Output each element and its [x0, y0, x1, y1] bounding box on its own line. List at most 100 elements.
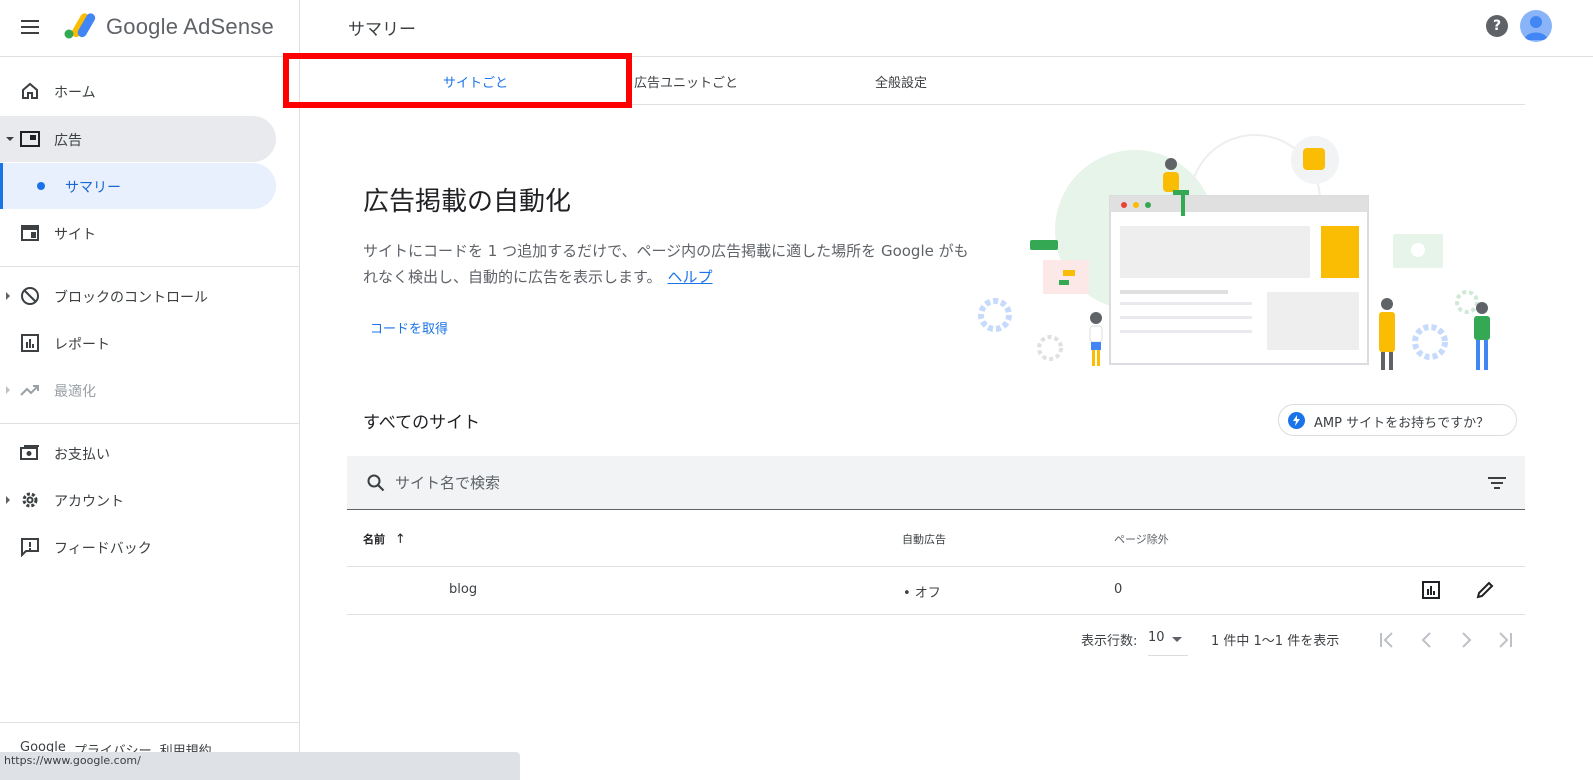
- user-icon: [1524, 16, 1548, 40]
- browser-status-bar: https://www.google.com/: [0, 752, 520, 780]
- person-figure: [1474, 302, 1490, 370]
- rows-per-page-label: 表示行数:: [1081, 634, 1138, 649]
- hero-description: サイトにコードを 1 つ追加するだけで、ページ内の広告掲載に適した場所を Goo…: [363, 238, 973, 290]
- feedback-icon: [21, 538, 39, 557]
- amp-sites-chip[interactable]: AMP サイトをお持ちですか？: [1278, 404, 1517, 436]
- sidebar-item-label: 広告: [54, 133, 82, 149]
- text-line: [1120, 302, 1252, 305]
- ad-card: [1043, 260, 1089, 294]
- hero-description-text: サイトにコードを 1 つ追加するだけで、ページ内の広告掲載に適した場所を Goo…: [363, 242, 969, 286]
- get-code-button[interactable]: コードを取得: [370, 318, 448, 337]
- rows-per-page-value: 10: [1148, 630, 1165, 645]
- site-search-input[interactable]: [395, 468, 1295, 498]
- ad-card-chip: [1063, 270, 1075, 276]
- sidebar-item-feedback[interactable]: フィードバック: [0, 524, 276, 570]
- sidebar-item-payments[interactable]: お支払い: [0, 430, 276, 476]
- filter-icon[interactable]: [1487, 475, 1507, 491]
- hero-title: 広告掲載の自動化: [363, 187, 572, 217]
- sidebar-item-label: ホーム: [54, 85, 96, 101]
- sort-arrow-icon: ↑: [394, 532, 406, 547]
- page-title: サマリー: [348, 20, 416, 40]
- auto-ads-illustration: [978, 134, 1490, 370]
- avatar[interactable]: [1520, 10, 1552, 42]
- person-figure: [1089, 312, 1103, 366]
- expand-caret-icon: [6, 137, 14, 141]
- sidebar-item-sites[interactable]: サイト: [0, 210, 276, 256]
- report-icon[interactable]: [1421, 580, 1441, 600]
- content-block: [1267, 292, 1359, 350]
- tab-by-ad-unit[interactable]: 広告ユニットごと: [634, 72, 738, 91]
- gear-decoration: [1455, 290, 1479, 314]
- next-page-icon[interactable]: [1454, 628, 1478, 652]
- sidebar-item-optimization[interactable]: 最適化: [0, 367, 276, 413]
- all-sites-title: すべてのサイト: [363, 413, 481, 433]
- dot-icon: [37, 182, 45, 190]
- rows-per-page-select[interactable]: 10: [1148, 628, 1188, 656]
- label-tag: [1030, 240, 1058, 250]
- payment-icon: [20, 445, 39, 460]
- last-page-icon[interactable]: [1493, 628, 1517, 652]
- sidebar-item-label: お支払い: [54, 447, 110, 463]
- sidebar-divider: [0, 266, 300, 267]
- ads-icon: [20, 131, 40, 147]
- sidebar-item-label: 最適化: [54, 384, 96, 400]
- sidebar-divider: [0, 722, 300, 723]
- edit-pencil-icon[interactable]: [1475, 580, 1495, 600]
- expand-caret-icon: [6, 292, 10, 300]
- expand-caret-icon: [6, 496, 10, 504]
- block-icon: [21, 287, 39, 305]
- user-card-avatar: [1411, 243, 1425, 257]
- sidebar: ホーム 広告 サマリー サイト ブロックのコントロール レポート 最適化 お支払…: [0, 57, 300, 780]
- first-page-icon[interactable]: [1375, 628, 1399, 652]
- sidebar-item-account[interactable]: アカウント: [0, 477, 276, 523]
- sidebar-item-label: サイト: [54, 227, 96, 243]
- column-header-auto-ads: 自動広告: [902, 533, 946, 546]
- sidebar-item-label: レポート: [54, 337, 110, 353]
- previous-page-icon[interactable]: [1415, 628, 1439, 652]
- home-icon: [22, 82, 38, 99]
- site-name-cell: blog: [449, 582, 478, 597]
- coin-icon: [1303, 148, 1325, 170]
- adsense-logo: [64, 13, 96, 39]
- sidebar-item-label: アカウント: [54, 494, 124, 510]
- column-header-name[interactable]: 名前 ↑: [363, 531, 406, 547]
- ad-block: [1321, 226, 1359, 278]
- sidebar-item-reports[interactable]: レポート: [0, 320, 276, 366]
- window-dot: [1121, 202, 1127, 208]
- site-search-bar: [347, 456, 1525, 510]
- chevron-down-icon: [1172, 637, 1182, 642]
- gear-icon: [22, 492, 38, 508]
- text-line: [1120, 316, 1252, 319]
- hamburger-menu-icon[interactable]: [18, 15, 42, 39]
- sidebar-item-summary[interactable]: サマリー: [0, 163, 276, 209]
- sidebar-item-home[interactable]: ホーム: [0, 68, 276, 114]
- brand-name: Google AdSense: [106, 14, 274, 39]
- table-divider: [347, 614, 1525, 615]
- search-icon: [367, 474, 385, 492]
- top-divider: [299, 0, 300, 57]
- help-link[interactable]: ヘルプ: [668, 268, 713, 286]
- content-block: [1120, 226, 1310, 278]
- text-line: [1120, 290, 1228, 294]
- trend-icon: [20, 385, 39, 396]
- sidebar-item-blocking-controls[interactable]: ブロックのコントロール: [0, 273, 276, 319]
- window-dot: [1133, 202, 1139, 208]
- text-line: [1120, 330, 1252, 333]
- amp-chip-label: AMP サイトをお持ちですか？: [1314, 416, 1490, 431]
- column-header-label: 名前: [363, 533, 385, 546]
- column-header-page-exclusions: ページ除外: [1114, 533, 1169, 546]
- highlight-box: [283, 53, 632, 108]
- sidebar-item-ads[interactable]: 広告: [0, 116, 276, 162]
- help-icon[interactable]: ?: [1486, 15, 1508, 37]
- sidebar-divider: [0, 423, 300, 424]
- report-icon: [21, 334, 39, 352]
- ad-card-chip: [1059, 280, 1069, 285]
- table-divider: [347, 566, 1525, 567]
- gear-decoration: [1412, 324, 1448, 360]
- tab-general-settings[interactable]: 全般設定: [875, 72, 927, 91]
- gear-decoration: [1037, 335, 1063, 361]
- person-figure: [1379, 298, 1395, 370]
- top-app-bar: Google AdSense サマリー ?: [0, 0, 1593, 57]
- sidebar-item-label: フィードバック: [54, 541, 152, 557]
- site-icon: [21, 225, 39, 241]
